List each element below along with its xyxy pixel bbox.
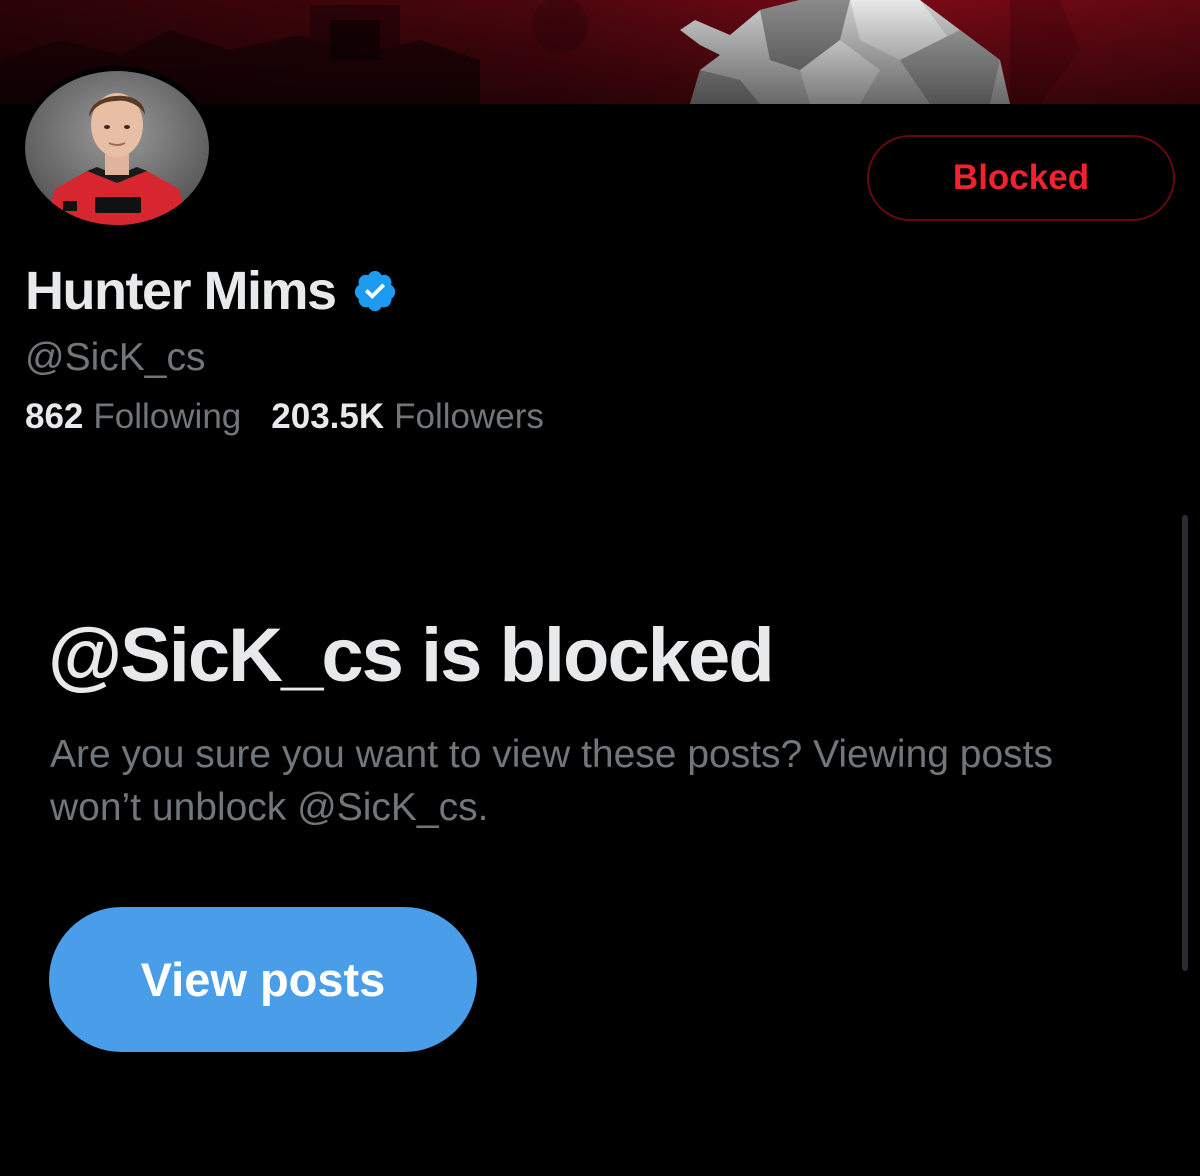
following-label: Following <box>93 397 242 436</box>
display-name: Hunter Mims <box>25 261 337 321</box>
profile-name-row: Hunter Mims <box>25 258 398 324</box>
blocked-button[interactable]: Blocked <box>867 135 1175 221</box>
following-link[interactable]: 862 Following <box>25 397 241 437</box>
following-count: 862 <box>25 397 84 436</box>
avatar-photo <box>25 71 209 225</box>
followers-label: Followers <box>394 397 544 436</box>
followers-count: 203.5K <box>271 397 385 436</box>
view-posts-button[interactable]: View posts <box>49 907 477 1052</box>
profile-handle: @SicK_cs <box>25 336 206 379</box>
scrollbar[interactable] <box>1182 515 1188 971</box>
blocked-notice-message: Are you sure you want to view these post… <box>50 733 1053 829</box>
profile-avatar[interactable] <box>20 66 214 230</box>
follow-stats: 862 Following 203.5K Followers <box>25 397 544 437</box>
verified-badge-icon[interactable] <box>352 268 398 314</box>
followers-link[interactable]: 203.5K Followers <box>271 397 544 437</box>
blocked-notice-title: @SicK_cs is blocked <box>48 613 775 698</box>
profile-screen: Blocked Hunter Mims @SicK_cs 862 Followin… <box>0 0 1200 1176</box>
